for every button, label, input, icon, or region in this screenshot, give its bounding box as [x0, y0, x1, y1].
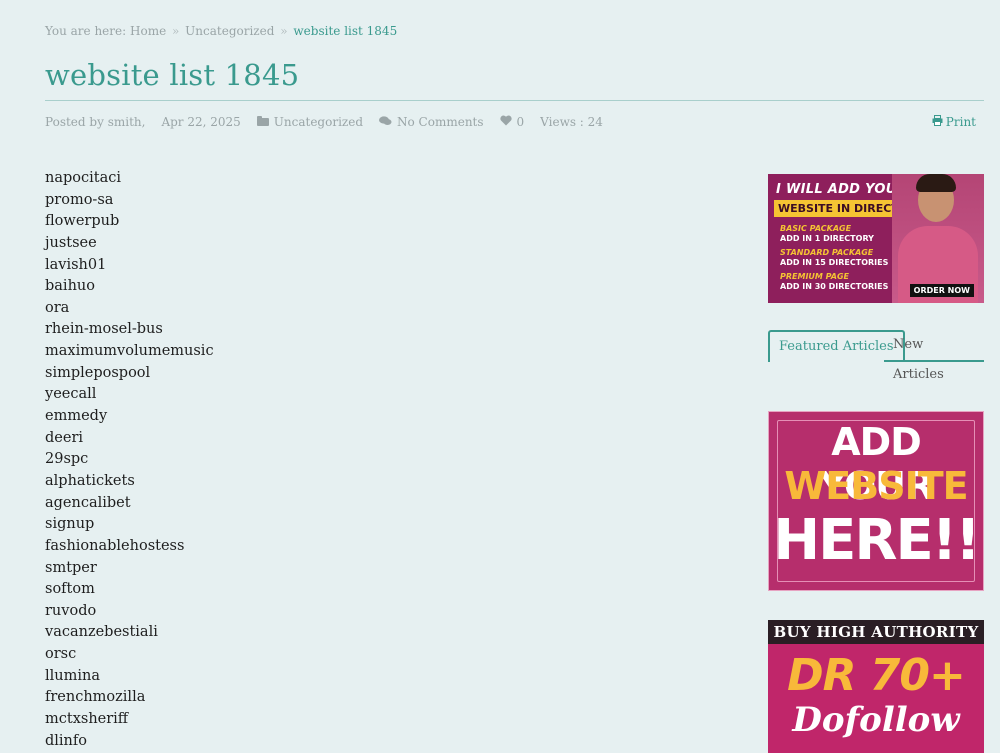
package-desc: ADD IN 15 DIRECTORIES [780, 258, 889, 267]
tab-underline [884, 360, 984, 362]
list-item: smtper [45, 559, 97, 576]
package-name: STANDARD PACKAGE [780, 248, 874, 257]
post-views: Views : 24 [540, 115, 603, 129]
list-item: napocitaci [45, 170, 121, 186]
ad-package: BASIC PACKAGE ADD IN 1 DIRECTORY [780, 224, 874, 244]
print-label: Print [945, 115, 976, 129]
post-category: Uncategorized [256, 115, 363, 129]
list-item: vacanzebestiali [45, 624, 158, 641]
list-item: alphatickets [45, 472, 135, 489]
tab-new-articles[interactable]: New Articles [884, 330, 984, 382]
list-item: ruvodo [45, 602, 97, 619]
ad-package: STANDARD PACKAGE ADD IN 15 DIRECTORIES [780, 248, 888, 268]
website-list: napocitaci promo-sa flowerpub justsee lavish… [45, 168, 214, 752]
author-link[interactable]: smith, [108, 115, 146, 129]
breadcrumb: You are here: Home » Uncategorized » web… [45, 24, 397, 38]
ad-line-3: HERE!! [773, 508, 981, 573]
list-item: deeri [45, 429, 84, 446]
list-item: simplepospool [45, 364, 151, 381]
ad-dr-headline: DR 70+ [787, 650, 966, 701]
post-comments: No Comments [379, 115, 484, 129]
ad-dofollow-text: Dofollow [792, 700, 960, 740]
list-item: justsee [45, 234, 97, 251]
post-author: Posted by smith, [45, 115, 145, 129]
list-item: llumina [45, 667, 100, 684]
list-item: ora [45, 299, 70, 316]
post-likes[interactable]: 0 [499, 115, 525, 129]
list-item: emmedy [45, 408, 108, 425]
package-desc: ADD IN 30 DIRECTORIES [780, 282, 889, 291]
article-tabs: Featured Articles New Articles [768, 330, 984, 382]
category-link[interactable]: Uncategorized [274, 115, 363, 129]
comments-link[interactable]: No Comments [397, 115, 484, 129]
package-name: BASIC PACKAGE [780, 224, 852, 233]
ad-line-2: WEBSITE [784, 464, 968, 508]
post-meta: Posted by smith, Apr 22, 2025 Uncategori… [45, 115, 619, 129]
breadcrumb-separator: » [172, 24, 180, 38]
page-title: website list 1845 [45, 58, 300, 92]
package-desc: ADD IN 1 DIRECTORY [780, 234, 874, 243]
likes-count: 0 [516, 115, 525, 129]
title-divider [45, 100, 984, 101]
ad-top-banner: BUY HIGH AUTHORITY [768, 620, 984, 644]
list-item: orsc [45, 646, 77, 663]
breadcrumb-category-link[interactable]: Uncategorized [185, 24, 274, 38]
list-item: softom [45, 581, 95, 598]
print-button[interactable]: Print [932, 115, 976, 129]
list-item: lavish01 [45, 256, 107, 273]
list-item: fashionablehostess [45, 537, 185, 554]
breadcrumb-current: website list 1845 [293, 24, 398, 38]
list-item: agencalibet [45, 494, 131, 511]
list-item: yeecall [45, 386, 97, 403]
breadcrumb-home-link[interactable]: Home [130, 24, 166, 38]
ad-headline: I WILL ADD YOUR [776, 182, 907, 197]
posted-by-label: Posted by [45, 115, 104, 129]
add-your-website-ad[interactable]: ADD YOUR WEBSITE HERE!! [768, 411, 984, 591]
list-item: frenchmozilla [45, 689, 146, 706]
list-item: signup [45, 516, 95, 533]
list-item: dlinfo [45, 732, 87, 749]
heart-icon [499, 115, 512, 129]
list-item: mctxsheriff [45, 711, 129, 728]
list-item: promo-sa [45, 191, 114, 208]
list-item: maximumvolumemusic [45, 343, 214, 360]
list-item: rhein-mosel-bus [45, 321, 163, 338]
breadcrumb-separator: » [280, 24, 288, 38]
directory-service-ad[interactable]: I WILL ADD YOUR WEBSITE IN DIRECTORY BAS… [768, 174, 984, 303]
list-item: 29spc [45, 451, 89, 468]
order-now-button[interactable]: ORDER NOW [909, 284, 974, 297]
folder-icon [256, 115, 269, 129]
high-authority-ad[interactable]: BUY HIGH AUTHORITY DR 70+ Dofollow [768, 620, 984, 753]
list-item: baihuo [45, 278, 95, 295]
breadcrumb-prefix: You are here: [45, 24, 127, 38]
post-date: Apr 22, 2025 [161, 115, 241, 129]
ad-package: PREMIUM PAGE ADD IN 30 DIRECTORIES [780, 272, 888, 292]
list-item: flowerpub [45, 213, 120, 230]
package-name: PREMIUM PAGE [780, 272, 850, 281]
printer-icon [932, 115, 943, 129]
comments-icon [379, 115, 392, 129]
